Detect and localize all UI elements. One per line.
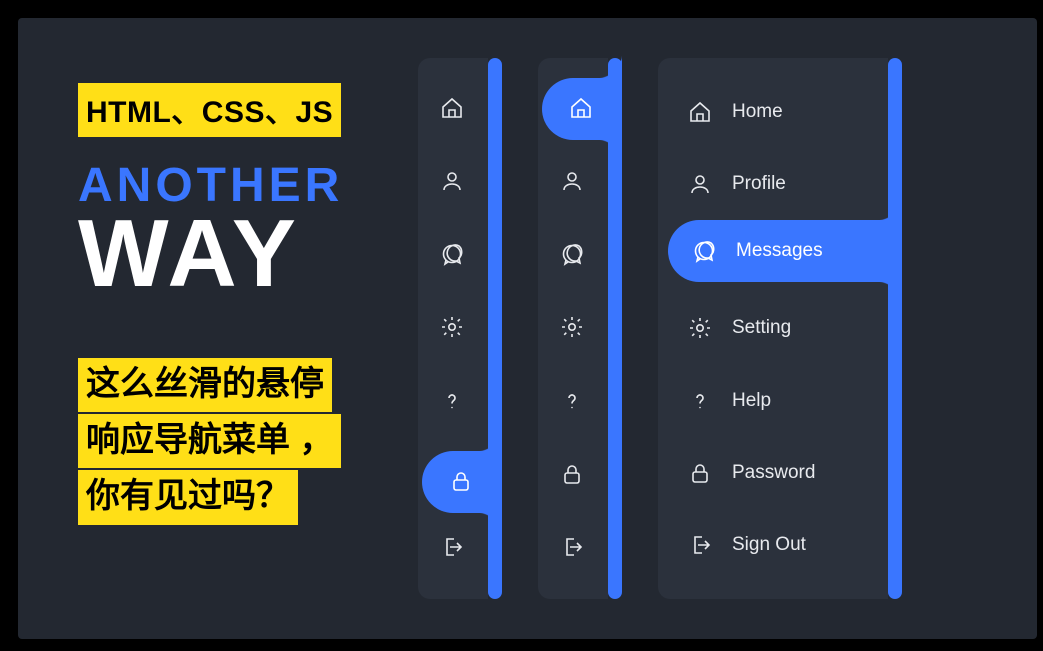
nav-b-messages[interactable]: [543, 225, 603, 285]
gear-icon: [560, 315, 586, 341]
lock-icon: [449, 469, 475, 495]
signout-icon: [560, 535, 586, 561]
chat-icon: [560, 242, 586, 268]
subtitle-block: 这么丝滑的悬停 响应导航菜单 ， 你有见过吗？: [78, 358, 341, 525]
nav-c-password[interactable]: Password: [658, 440, 888, 506]
full-nav-c: Home Profile Messages Setting Help Pa: [658, 58, 888, 599]
nav-c-setting-label: Setting: [732, 317, 791, 339]
user-icon: [560, 169, 586, 195]
nav-a-messages[interactable]: [423, 225, 483, 285]
nav-a-password-active[interactable]: [422, 451, 502, 513]
nav-c-home[interactable]: Home: [658, 79, 888, 145]
nav-preview-b: [538, 58, 622, 599]
user-icon: [688, 172, 712, 196]
nav-c-setting[interactable]: Setting: [658, 295, 888, 361]
chat-icon: [440, 242, 466, 268]
lock-icon: [688, 461, 712, 485]
nav-c-profile[interactable]: Profile: [658, 151, 888, 217]
gear-icon: [440, 315, 466, 341]
subtitle-line-2: 响应导航菜单 ，: [78, 414, 341, 468]
help-icon: [560, 389, 586, 415]
nav-b-password[interactable]: [543, 445, 603, 505]
stage: HTML、CSS、JS ANOTHER WAY 这么丝滑的悬停 响应导航菜单 ，…: [18, 18, 1037, 639]
help-icon: [440, 389, 466, 415]
nav-c-help-label: Help: [732, 390, 771, 412]
gear-icon: [688, 316, 712, 340]
nav-c-profile-label: Profile: [732, 173, 786, 195]
nav-c-home-label: Home: [732, 101, 783, 123]
icon-nav-a: [418, 58, 488, 599]
nav-b-signout[interactable]: [543, 518, 603, 578]
home-icon: [440, 96, 466, 122]
title-line-2: WAY: [78, 211, 343, 297]
nav-a-setting[interactable]: [423, 298, 483, 358]
lock-icon: [560, 462, 586, 488]
home-icon: [569, 96, 595, 122]
nav-a-help[interactable]: [423, 372, 483, 432]
nav-b-home-active[interactable]: [542, 78, 622, 140]
nav-b-help[interactable]: [543, 372, 603, 432]
user-icon: [440, 169, 466, 195]
nav-preview-c: Home Profile Messages Setting Help Pa: [658, 58, 902, 599]
nav-preview-a: [418, 58, 502, 599]
help-icon: [688, 389, 712, 413]
nav-b-profile[interactable]: [543, 152, 603, 212]
icon-nav-b: [538, 58, 608, 599]
nav-c-help[interactable]: Help: [658, 368, 888, 434]
main-title: ANOTHER WAY: [78, 158, 343, 297]
signout-icon: [688, 533, 712, 557]
home-icon: [688, 100, 712, 124]
nav-b-setting[interactable]: [543, 298, 603, 358]
subtitle-line-3: 你有见过吗？: [78, 470, 298, 524]
signout-icon: [440, 535, 466, 561]
chat-icon: [692, 239, 716, 263]
nav-c-password-label: Password: [732, 462, 815, 484]
nav-c-rail: [888, 58, 902, 599]
nav-a-home[interactable]: [423, 79, 483, 139]
tech-badge: HTML、CSS、JS: [78, 83, 341, 137]
nav-c-messages-label: Messages: [736, 240, 823, 262]
nav-a-signout[interactable]: [423, 518, 483, 578]
nav-c-messages-active[interactable]: Messages: [668, 220, 902, 282]
subtitle-line-1: 这么丝滑的悬停: [78, 358, 332, 412]
nav-c-signout-label: Sign Out: [732, 534, 806, 556]
nav-c-signout[interactable]: Sign Out: [658, 512, 888, 578]
nav-a-profile[interactable]: [423, 152, 483, 212]
